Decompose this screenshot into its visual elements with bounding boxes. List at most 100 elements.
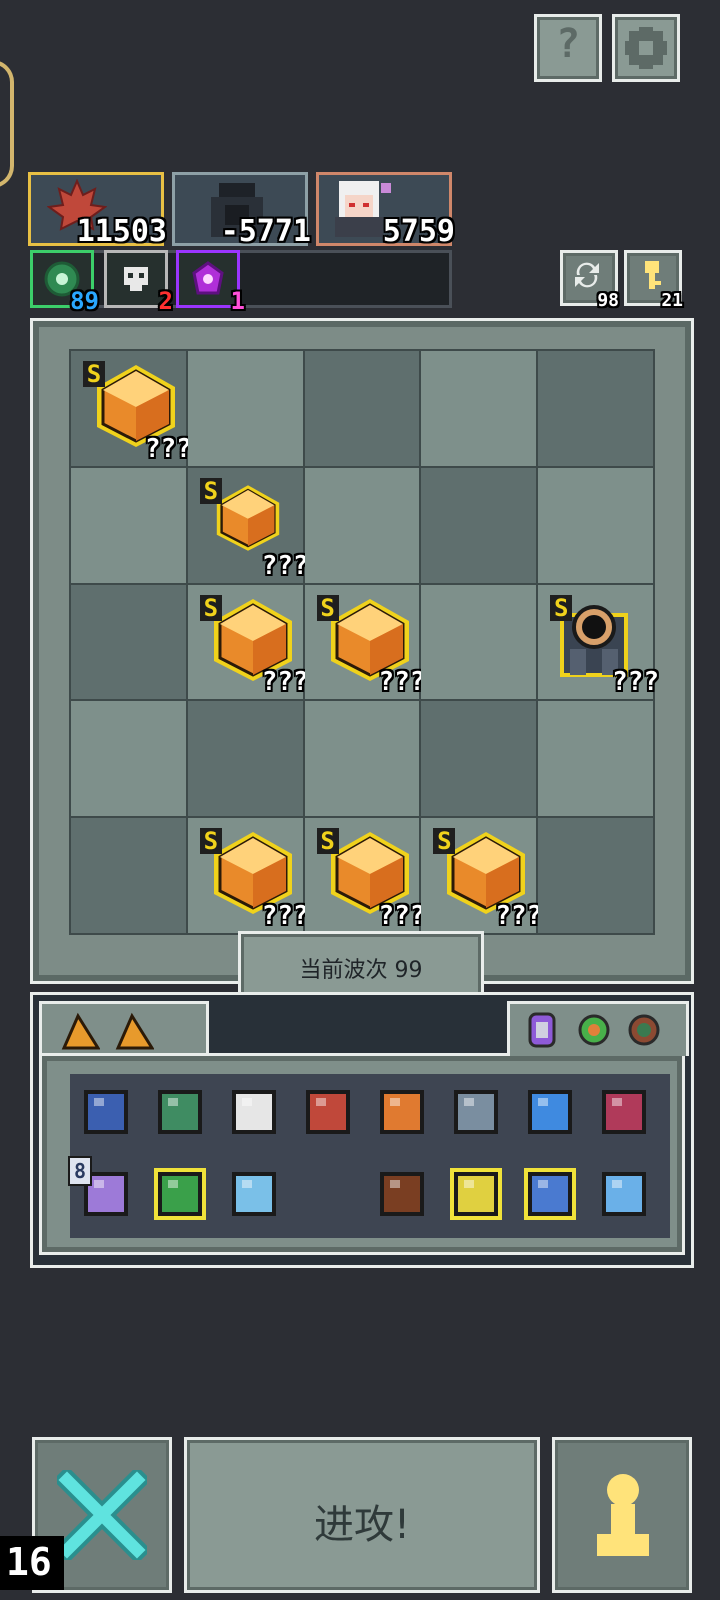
rank-badge: S: [316, 828, 339, 855]
inventory-slot[interactable]: [222, 1080, 286, 1144]
inventory-slot[interactable]: [444, 1080, 508, 1144]
party-slot-maple[interactable]: 11503: [28, 172, 167, 249]
game-board: S??? S??? S??? S??? S??? S??? S??? S ???…: [30, 318, 694, 1003]
refresh-counter[interactable]: 98: [560, 250, 619, 311]
inventory-slot[interactable]: [592, 1162, 656, 1226]
key-icon: [645, 261, 661, 289]
inventory-slot[interactable]: [592, 1080, 656, 1144]
party-value: -5771: [220, 214, 311, 249]
rank-badge: S: [199, 828, 222, 855]
brown-ring-icon[interactable]: [624, 1008, 664, 1052]
molecule-icon: [232, 1172, 276, 1216]
inventory-slot[interactable]: [296, 1080, 360, 1144]
inventory-panel: 8: [30, 992, 694, 1268]
board-cell[interactable]: S???: [187, 467, 309, 583]
inventory-grid: 8: [68, 1074, 670, 1238]
attack-label: 进攻!: [313, 1502, 411, 1548]
unknown-label: ???: [378, 901, 426, 931]
wave-label: 当前波次 99: [299, 958, 423, 983]
rank-badge: S: [199, 594, 222, 621]
help-button[interactable]: ?: [534, 14, 602, 82]
rank-badge: S: [83, 361, 105, 387]
inventory-slot[interactable]: [296, 1162, 360, 1226]
pawn-button[interactable]: [552, 1437, 692, 1593]
board-cell[interactable]: [187, 351, 303, 466]
resource-skull[interactable]: 2: [104, 250, 173, 315]
unknown-label: ???: [612, 667, 659, 698]
gear-icon: [625, 27, 667, 69]
refresh-count: 98: [597, 290, 619, 311]
board-cell[interactable]: S???: [187, 584, 309, 700]
attack-button[interactable]: 进攻!: [184, 1437, 540, 1593]
key-count: 21: [661, 290, 683, 311]
board-cell[interactable]: [304, 351, 420, 466]
unknown-label: ???: [261, 667, 309, 698]
board-cell[interactable]: S???: [421, 818, 542, 933]
battery-icon: [528, 1090, 572, 1134]
board-cell[interactable]: [71, 701, 186, 817]
inventory-slot[interactable]: [370, 1080, 434, 1144]
inventory-slot[interactable]: [148, 1162, 212, 1226]
pawn-icon: [597, 1474, 649, 1556]
board-cell[interactable]: [421, 584, 537, 700]
blue-potion-icon: [602, 1172, 646, 1216]
board-cell[interactable]: S???: [304, 584, 425, 700]
resource-count: 1: [230, 287, 245, 315]
board-cell[interactable]: [538, 467, 653, 583]
resource-purple[interactable]: 1: [176, 250, 245, 315]
inventory-slot[interactable]: [74, 1080, 138, 1144]
settings-button[interactable]: [612, 14, 680, 82]
board-cell[interactable]: [421, 351, 537, 466]
party-slot-knight[interactable]: -5771: [172, 172, 311, 249]
cancel-count: 16: [6, 1540, 52, 1584]
board-cell[interactable]: [421, 467, 537, 583]
resource-green[interactable]: 89: [30, 250, 99, 315]
board-cell[interactable]: S???: [187, 818, 309, 933]
refresh-icon: [575, 262, 599, 288]
inventory-slot[interactable]: 8: [68, 1156, 138, 1226]
unknown-label: ???: [144, 433, 192, 464]
wedge-icon: [115, 1012, 154, 1050]
purple-ring-icon[interactable]: [522, 1008, 562, 1052]
inventory-slot[interactable]: [518, 1080, 582, 1144]
board-cell[interactable]: [304, 701, 420, 817]
board-cell[interactable]: [71, 818, 186, 933]
board-cell[interactable]: [187, 701, 303, 817]
party-value: 5759: [382, 214, 455, 249]
rank-badge: S: [199, 477, 222, 504]
left-edge-decoration: [0, 60, 14, 188]
diamond-rune-icon: [380, 1090, 424, 1134]
inventory-slot[interactable]: [444, 1162, 508, 1226]
resource-count: 89: [70, 287, 99, 315]
board-cell[interactable]: [71, 467, 186, 583]
wedge-icon: [61, 1012, 100, 1050]
board-cell[interactable]: S???: [71, 351, 192, 466]
board-cell[interactable]: [421, 701, 537, 817]
board-cell[interactable]: [304, 467, 420, 583]
inventory-slot[interactable]: [148, 1080, 212, 1144]
rank-badge: S: [433, 828, 456, 855]
green-ring-icon[interactable]: [574, 1008, 614, 1052]
board-cell[interactable]: [538, 818, 653, 933]
inventory-tab[interactable]: [39, 1001, 209, 1056]
turtle-shell-icon: [158, 1090, 202, 1134]
purple-gem-icon: [192, 261, 224, 295]
party-slot-girl[interactable]: 5759: [316, 172, 455, 249]
board-cell[interactable]: S???: [304, 818, 425, 933]
inventory-slot[interactable]: [518, 1162, 582, 1226]
board-cell[interactable]: [538, 351, 653, 466]
inventory-slot[interactable]: [370, 1162, 434, 1226]
unknown-label: ???: [261, 550, 309, 581]
armor-icon: [84, 1090, 128, 1134]
board-cell[interactable]: S???: [538, 584, 659, 700]
rank-badge: S: [316, 594, 339, 621]
backpack-icon: [524, 1168, 576, 1220]
party-value: 11503: [76, 214, 167, 249]
scroll-icon: [232, 1090, 276, 1134]
resource-count: 2: [158, 287, 173, 315]
cross-icon: [57, 1470, 147, 1560]
board-cell[interactable]: [71, 584, 186, 700]
inventory-slot[interactable]: [222, 1162, 286, 1226]
board-cell[interactable]: [538, 701, 653, 817]
key-counter[interactable]: 21: [624, 250, 683, 311]
